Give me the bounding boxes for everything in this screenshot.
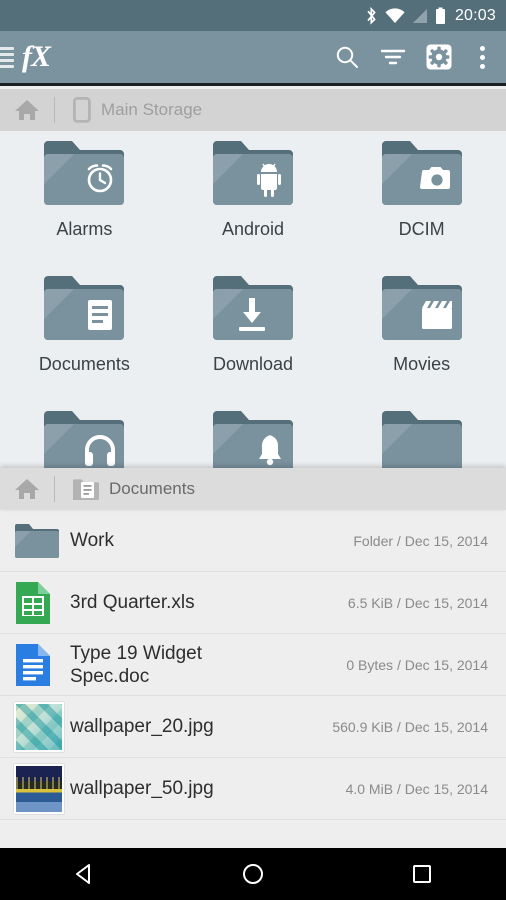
breadcrumb-main-storage: Main Storage: [0, 89, 506, 131]
breadcrumb-item-documents[interactable]: Documents: [55, 478, 195, 500]
folder-grid-row: Documents Download Movies: [0, 266, 506, 401]
filter-button[interactable]: [370, 30, 416, 85]
breadcrumb-documents: Documents: [0, 468, 506, 510]
folder-item-plain[interactable]: [337, 401, 506, 471]
folder-icon: [44, 276, 125, 340]
file-meta: Folder / Dec 15, 2014: [353, 532, 488, 549]
settings-button[interactable]: [416, 30, 462, 85]
filter-icon: [380, 49, 406, 65]
image-thumbnail: [14, 701, 64, 752]
phone-icon: [73, 97, 91, 123]
breadcrumb-home-button[interactable]: [0, 98, 54, 122]
bluetooth-icon: [367, 6, 376, 25]
word-document-icon: [16, 643, 50, 686]
app-bar: fX: [0, 31, 506, 86]
row-icon: [14, 701, 70, 752]
folder-icon: [381, 141, 462, 205]
status-bar: 20:03: [0, 0, 506, 31]
row-icon: [14, 642, 70, 688]
folder-grid: Alarms Android DCIM Documents Download M…: [0, 131, 506, 471]
folder-icon: [213, 411, 293, 471]
wifi-icon: [385, 7, 405, 23]
recents-button[interactable]: [382, 848, 462, 900]
folder-label: DCIM: [398, 219, 445, 239]
file-list: Work Folder / Dec 15, 2014 3rd Quarter.x…: [0, 510, 506, 848]
triangle-back-icon: [76, 864, 91, 884]
overflow-button[interactable]: [462, 30, 502, 85]
file-name: wallpaper_20.jpg: [70, 716, 214, 737]
file-meta: 4.0 MiB / Dec 15, 2014: [345, 780, 488, 797]
breadcrumb-item-main-storage[interactable]: Main Storage: [55, 97, 202, 123]
folder-icon: [381, 276, 462, 340]
status-icons: [365, 6, 446, 25]
folder-item-alarms[interactable]: Alarms: [0, 131, 169, 266]
file-meta: 0 Bytes / Dec 15, 2014: [346, 656, 488, 673]
breadcrumb-label: Main Storage: [101, 100, 203, 119]
folder-icon: [15, 523, 59, 558]
breadcrumb-label-2: Documents: [109, 479, 195, 498]
file-meta: 560.9 KiB / Dec 15, 2014: [332, 718, 488, 735]
hamburger-menu-icon[interactable]: [0, 46, 14, 68]
search-button[interactable]: [324, 30, 370, 85]
more-vertical-icon: [479, 45, 485, 69]
folder-label: Documents: [38, 354, 130, 374]
android-nav-bar: [0, 848, 506, 900]
folder-item-android[interactable]: Android: [169, 131, 338, 266]
spreadsheet-icon: [16, 581, 50, 624]
status-time: 20:03: [454, 6, 496, 24]
folder-icon: [44, 411, 125, 471]
table-row[interactable]: Work Folder / Dec 15, 2014: [0, 510, 506, 572]
table-row[interactable]: wallpaper_50.jpg 4.0 MiB / Dec 15, 2014: [0, 758, 506, 820]
gear-icon: [426, 44, 452, 70]
folder-item-movies[interactable]: Movies: [337, 266, 506, 401]
file-name: 3rd Quarter.xls: [70, 592, 195, 613]
search-icon: [336, 46, 358, 68]
file-name: wallpaper_50.jpg: [70, 778, 214, 799]
file-name: Type 19 Widget Spec.doc: [70, 642, 203, 687]
table-row[interactable]: Type 19 Widget Spec.doc 0 Bytes / Dec 15…: [0, 634, 506, 696]
file-name: Work: [70, 530, 114, 551]
folder-grid-row: [0, 401, 506, 471]
breadcrumb-home-button-2[interactable]: [0, 477, 54, 501]
home-icon: [15, 100, 39, 120]
app-logo: fX: [22, 40, 51, 73]
folder-grid-row: Alarms Android DCIM: [0, 131, 506, 266]
circle-home-icon: [242, 864, 263, 884]
folder-label: Download: [212, 354, 294, 374]
folder-icon: [213, 276, 293, 340]
document-icon: [88, 300, 113, 330]
folder-label: Alarms: [56, 219, 113, 239]
signal-icon: [412, 8, 427, 23]
image-thumbnail: [14, 763, 64, 814]
table-row[interactable]: 3rd Quarter.xls 6.5 KiB / Dec 15, 2014: [0, 572, 506, 634]
folder-item-music[interactable]: [0, 401, 169, 471]
folder-icon: [44, 141, 125, 205]
folder-label: Movies: [393, 354, 451, 374]
table-row[interactable]: wallpaper_20.jpg 560.9 KiB / Dec 15, 201…: [0, 696, 506, 758]
camera-icon: [419, 167, 450, 189]
documents-folder-icon: [73, 479, 99, 500]
home-button[interactable]: [213, 848, 293, 900]
back-button[interactable]: [44, 848, 124, 900]
folder-item-documents[interactable]: Documents: [0, 266, 169, 401]
row-icon: [14, 522, 70, 560]
folder-item-dcim[interactable]: DCIM: [337, 131, 506, 266]
square-recents-icon: [412, 865, 431, 883]
plain-folder-icon: [381, 411, 462, 471]
home-icon: [15, 479, 39, 499]
row-icon: [14, 763, 70, 814]
folder-item-download[interactable]: Download: [169, 266, 338, 401]
app-root: 20:03 fX Main Storage Alarms Android DCI…: [0, 0, 506, 900]
row-icon: [14, 580, 70, 626]
battery-icon: [435, 7, 445, 24]
file-meta: 6.5 KiB / Dec 15, 2014: [347, 594, 488, 611]
folder-item-notifications[interactable]: [169, 401, 338, 471]
folder-icon: [213, 141, 293, 205]
folder-label: Android: [221, 219, 285, 239]
